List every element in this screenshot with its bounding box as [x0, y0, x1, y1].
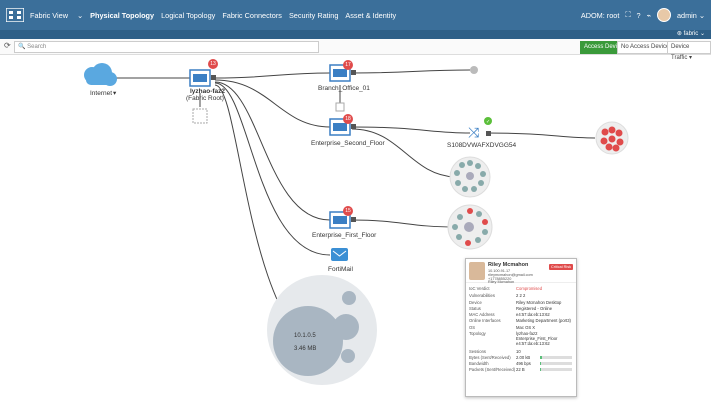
second-floor-label: Enterprise_Second_Floor — [311, 140, 386, 147]
tab-logical-topology[interactable]: Logical Topology — [161, 11, 215, 20]
branch-alert-badge: 17 — [343, 60, 353, 70]
traffic-bar-fill — [540, 362, 541, 365]
branch-endpoint-icon[interactable] — [470, 66, 478, 74]
no-access-device-button[interactable]: No Access Device — [617, 41, 674, 54]
traffic-bubble[interactable]: 10.1.0.5 3.46 MB — [267, 275, 377, 385]
popup-row-value: Mac OS X — [516, 325, 536, 330]
search-input[interactable]: 🔍 Search — [14, 41, 319, 53]
branch-sub-device-icon[interactable] — [335, 102, 345, 112]
traffic-bar — [540, 356, 572, 359]
device-traffic-dropdown[interactable]: Device Traffic ▾ — [667, 41, 711, 61]
bubble-ip-label: 10.1.0.5 — [294, 333, 316, 339]
toolbar: ⟳ 🔍 Search Access Device No Access Devic… — [0, 39, 711, 61]
popup-row-value: 2.00 kB — [516, 355, 531, 360]
refresh-icon[interactable]: ⟳ — [4, 41, 11, 50]
popup-row-online-interfaces: Online Interfaces Marketing Department (p… — [469, 318, 573, 324]
popup-row-value: Registered - Online — [516, 306, 553, 311]
fabric-view-menu[interactable]: Fabric View ⌄ — [30, 11, 83, 20]
popup-row-value: Marketing Department (port3) — [516, 318, 571, 323]
popup-row-value: 10 — [516, 349, 521, 354]
internet-label: Internet — [90, 90, 112, 97]
tab-physical-topology[interactable]: Physical Topology — [90, 11, 154, 20]
fabric-logo-icon[interactable] — [6, 8, 24, 22]
popup-row-packets: Packets (Sent/Received) 22 B — [469, 367, 573, 373]
help-icon[interactable]: ? — [637, 11, 641, 20]
popup-row-key: Vulnerabilities — [469, 293, 495, 298]
traffic-bar-fill — [540, 356, 542, 359]
popup-row-key: Bytes (Sent/Received) — [469, 355, 511, 360]
popup-row-key: MAC Address — [469, 312, 495, 317]
fabric-selector[interactable]: ⊛ fabric ⌄ — [677, 30, 705, 39]
user-photo — [469, 262, 485, 280]
popup-row-value: Riley Mcmahon Desktop — [516, 300, 562, 305]
first-floor-alert-badge: 15 — [343, 206, 353, 216]
chevron-down-icon: ▾ — [113, 90, 117, 97]
switch-client-cluster[interactable] — [595, 121, 629, 155]
popup-row-value: e4:57:da:eb:13:62 — [516, 341, 550, 346]
adom-selector[interactable]: ADOM: root — [581, 11, 620, 20]
second-floor-alert-badge: 18 — [343, 114, 353, 124]
branch-label: Branch_Office_01 — [318, 85, 370, 92]
terminal-icon[interactable]: ⌁ — [647, 11, 651, 20]
popup-row-key: Bandwidth — [469, 361, 489, 366]
fortimail-node[interactable]: FortiMail — [328, 248, 353, 273]
first-floor-node[interactable]: Enterprise_First_Floor — [312, 211, 377, 239]
root-sub-label: (Fabric Root) — [186, 95, 224, 102]
top-bar: Fabric View ⌄ Physical Topology Logical … — [0, 0, 711, 30]
popup-row-key: IoC Verdict — [469, 286, 490, 291]
bubble-size-label: 3.46 MB — [294, 346, 316, 352]
topology-canvas: Internet ▾ lyzhao-faz2 (Fabric Root) Bra… — [84, 63, 629, 385]
popup-row-key: Online Interfaces — [469, 318, 501, 323]
popup-row-value: 496 bps — [516, 361, 531, 366]
switch-label: S108DVWAFXDVGG54 — [447, 142, 517, 149]
tab-asset-identity[interactable]: Asset & Identity — [345, 11, 396, 20]
popup-alias: Riley Mcmahon — [488, 280, 515, 284]
avatar[interactable] — [656, 8, 671, 22]
second-floor-client-cluster[interactable] — [449, 156, 491, 198]
popup-row-key: OS — [469, 325, 476, 330]
popup-user-name: Riley Mcmahon — [488, 262, 529, 268]
internet-node[interactable]: Internet ▾ — [84, 63, 117, 97]
popup-row-value: 22 B — [516, 367, 525, 372]
traffic-bar-fill — [540, 368, 542, 371]
critical-risk-badge: Critical Risk — [548, 264, 573, 270]
first-floor-client-cluster[interactable] — [447, 204, 493, 250]
traffic-bar — [540, 368, 572, 371]
popup-row-key: Packets (Sent/Received) — [469, 367, 516, 372]
popup-row-vulnerabilities: Vulnerabilities 2 2 2 — [469, 293, 573, 299]
placeholder-device-icon[interactable] — [192, 108, 208, 124]
popup-row-key: Sessions — [469, 349, 486, 354]
fortimail-label: FortiMail — [328, 266, 353, 273]
popup-row-ioc-verdict: IoC Verdict Compromised — [469, 286, 573, 292]
popup-row-value: 2 2 2 — [516, 293, 526, 298]
sub-bar: ⊛ fabric ⌄ — [0, 30, 711, 39]
popup-row-value: e4:57:da:eb:13:62 — [516, 312, 550, 317]
tab-security-rating[interactable]: Security Rating — [289, 11, 338, 20]
fullscreen-icon[interactable]: ⛶ — [625, 10, 630, 20]
popup-row-key: Status — [469, 306, 481, 311]
popup-row-key: Device — [469, 300, 482, 305]
popup-row-topology-mac: e4:57:da:eb:13:62 — [469, 341, 573, 347]
root-alert-badge: 13 — [208, 59, 218, 69]
user-menu[interactable]: admin ⌄ — [677, 11, 705, 20]
tab-fabric-connectors[interactable]: Fabric Connectors — [222, 11, 282, 20]
root-name-label: lyzhao-faz2 — [190, 88, 225, 95]
switch-icon: ⤨ — [468, 124, 480, 140]
popup-row-value: Compromised — [516, 286, 543, 291]
svg-text:✓: ✓ — [486, 119, 490, 125]
device-detail-popup: Riley Mcmahon 10.100.91.17 rileymcmahon@… — [465, 258, 577, 397]
first-floor-label: Enterprise_First_Floor — [312, 232, 377, 239]
traffic-bar — [540, 362, 572, 365]
